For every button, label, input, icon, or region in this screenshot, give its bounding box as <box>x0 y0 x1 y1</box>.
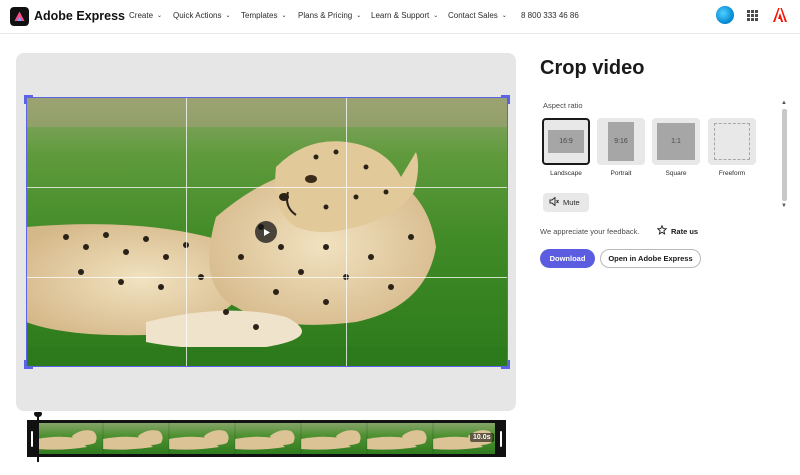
adobe-express-logo-icon[interactable] <box>10 7 29 26</box>
star-icon <box>656 224 668 237</box>
aspect-option-landscape[interactable]: 16:9 <box>542 118 590 165</box>
feedback-text: We appreciate your feedback. <box>540 227 640 236</box>
rate-us-button[interactable]: Rate us <box>656 224 699 237</box>
aspect-option-portrait[interactable]: 9:16 <box>597 118 645 165</box>
nav-create-label: Create <box>129 11 154 20</box>
nav-quick-actions-label: Quick Actions <box>173 11 222 20</box>
nav-plans-pricing[interactable]: Plans & Pricing ⌄ <box>298 11 361 20</box>
aspect-option-freeform[interactable] <box>708 118 756 165</box>
landscape-ratio-shape: 16:9 <box>548 130 584 153</box>
nav-plans-pricing-label: Plans & Pricing <box>298 11 353 20</box>
chevron-down-icon: ⌄ <box>281 13 287 19</box>
chevron-down-icon: ⌄ <box>433 13 439 19</box>
rate-us-label: Rate us <box>671 226 699 236</box>
chevron-down-icon: ⌄ <box>501 13 507 19</box>
nav-templates-label: Templates <box>241 11 278 20</box>
playhead-knob[interactable] <box>34 412 42 417</box>
crop-handle-top-right[interactable] <box>501 95 510 104</box>
phone-number[interactable]: 8 800 333 46 86 <box>521 11 579 20</box>
aspect-option-label: Portrait <box>610 170 632 177</box>
chevron-down-icon: ⌄ <box>225 13 231 19</box>
download-button[interactable]: Download <box>540 249 595 268</box>
scroll-up-icon[interactable]: ▲ <box>781 100 787 106</box>
page-title: Crop video <box>540 57 645 79</box>
open-in-express-button[interactable]: Open in Adobe Express <box>600 249 701 268</box>
nav-quick-actions[interactable]: Quick Actions ⌄ <box>173 11 231 20</box>
nav-learn-support-label: Learn & Support <box>371 11 430 20</box>
aspect-option-label: Square <box>665 170 687 177</box>
square-ratio-shape: 1:1 <box>657 123 695 160</box>
nav-contact-sales[interactable]: Contact Sales ⌄ <box>448 11 507 20</box>
aspect-ratio-label: Aspect ratio <box>543 101 583 110</box>
top-navigation-bar: Adobe Express Create ⌄ Quick Actions ⌄ Tem… <box>0 0 800 34</box>
nav-contact-sales-label: Contact Sales <box>448 11 498 20</box>
trim-handle-start[interactable] <box>27 420 37 457</box>
nav-create[interactable]: Create ⌄ <box>129 11 162 20</box>
scrollbar-thumb[interactable] <box>782 109 787 201</box>
speaker-mute-icon <box>549 196 559 208</box>
portrait-ratio-shape: 9:16 <box>608 122 634 161</box>
play-icon[interactable] <box>255 221 277 243</box>
aspect-option-label: Landscape <box>550 170 582 177</box>
trim-handle-end[interactable] <box>496 420 506 457</box>
nav-learn-support[interactable]: Learn & Support ⌄ <box>371 11 438 20</box>
crop-handle-top-left[interactable] <box>24 95 33 104</box>
aspect-option-label: Freeform <box>718 170 746 177</box>
brand-name[interactable]: Adobe Express <box>34 9 125 23</box>
aspect-option-square[interactable]: 1:1 <box>652 118 700 165</box>
crop-handle-bottom-right[interactable] <box>501 360 510 369</box>
duration-badge: 10.0s <box>470 433 494 442</box>
mute-label: Mute <box>563 198 580 207</box>
chevron-down-icon: ⌄ <box>356 13 362 19</box>
scroll-down-icon[interactable]: ▼ <box>781 203 787 209</box>
playhead[interactable] <box>37 412 39 462</box>
crop-handle-bottom-left[interactable] <box>24 360 33 369</box>
chevron-down-icon: ⌄ <box>157 13 163 19</box>
timeline-thumbnails <box>37 423 495 454</box>
avatar[interactable] <box>716 6 734 24</box>
apps-grid-icon[interactable] <box>747 10 758 21</box>
nav-templates[interactable]: Templates ⌄ <box>241 11 287 20</box>
adobe-logo-icon[interactable] <box>772 7 788 28</box>
panel-scrollbar[interactable]: ▲ ▼ <box>780 100 788 212</box>
freeform-ratio-shape <box>714 123 750 160</box>
mute-button[interactable]: Mute <box>543 193 589 212</box>
